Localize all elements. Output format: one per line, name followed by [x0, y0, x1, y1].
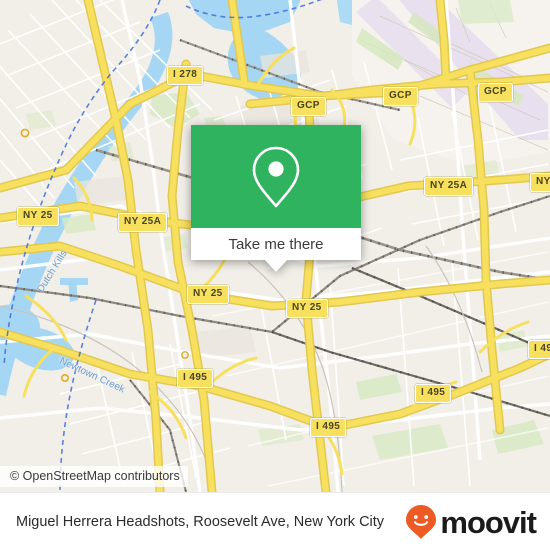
map-screenshot: I 278 GCP GCP GCP NY 25A NY NY 25 NY 25A NY 25 NY… [0, 0, 550, 550]
road-shield: NY 25 [187, 285, 229, 304]
road-shield: GCP [383, 87, 418, 106]
road-shield: NY 25A [118, 213, 168, 232]
page-footer: Miguel Herrera Headshots, Roosevelt Ave,… [0, 492, 550, 550]
popup-tail-pointer [265, 260, 287, 272]
osm-attribution[interactable]: © OpenStreetMap contributors [0, 466, 188, 487]
road-shield: NY 25 [286, 299, 328, 318]
road-shield: GCP [478, 83, 513, 102]
road-shield: I 49 [528, 340, 550, 359]
moovit-brand[interactable]: moovit [405, 504, 550, 540]
road-shield: I 495 [415, 384, 452, 403]
moovit-smiley-pin-icon [406, 505, 437, 539]
popup-header [191, 125, 361, 228]
road-shield: NY [530, 173, 550, 192]
road-shield: NY 25 [17, 207, 59, 226]
road-shield: I 495 [310, 418, 347, 437]
map-canvas[interactable]: I 278 GCP GCP GCP NY 25A NY NY 25 NY 25A NY 25 NY… [0, 0, 550, 492]
road-shield: GCP [291, 97, 326, 116]
location-popup-card[interactable]: Take me there [191, 125, 361, 272]
popup-action-bar[interactable]: Take me there [191, 228, 361, 272]
map-pin-icon [252, 146, 300, 207]
location-title: Miguel Herrera Headshots, Roosevelt Ave,… [16, 514, 385, 530]
road-shield: I 278 [167, 66, 204, 85]
moovit-wordmark: moovit [440, 504, 537, 540]
take-me-there-label: Take me there [228, 235, 324, 253]
road-shield: NY 25A [424, 177, 474, 196]
road-shield: I 495 [177, 369, 214, 388]
